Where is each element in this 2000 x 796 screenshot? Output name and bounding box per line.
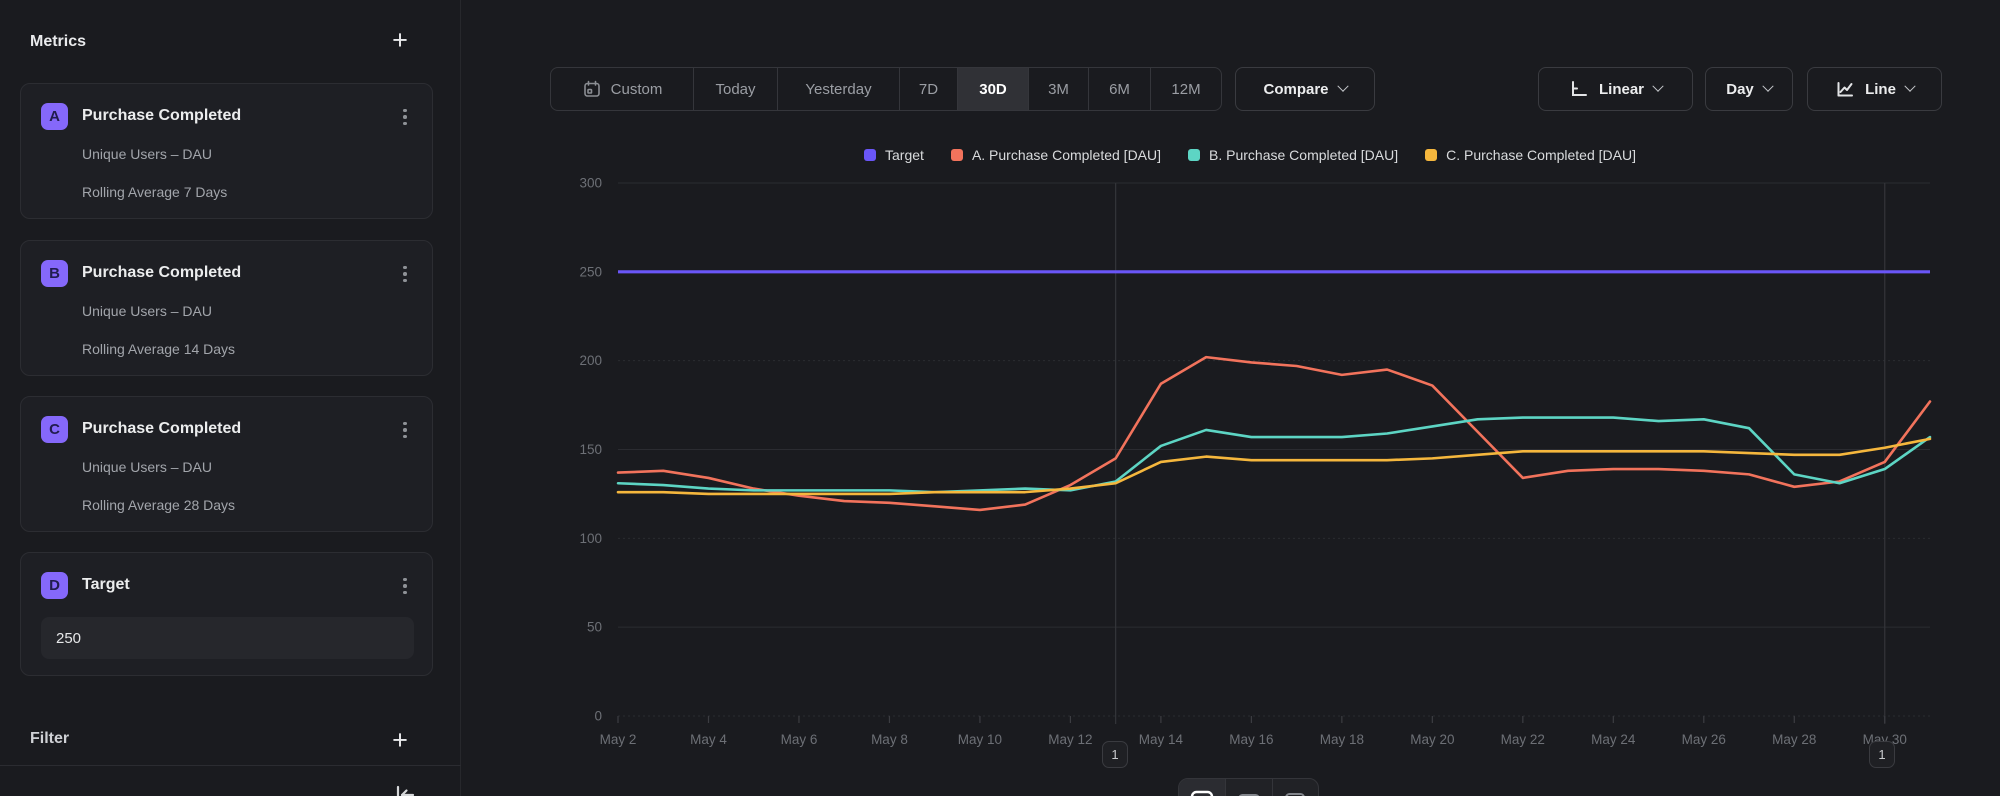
small-panel-icon (1282, 789, 1308, 796)
granularity-dropdown[interactable]: Day (1705, 67, 1793, 111)
calendar-icon (582, 79, 602, 99)
svg-text:May 24: May 24 (1591, 732, 1636, 747)
target-card[interactable]: D Target (20, 552, 433, 676)
line-chart-icon (1835, 79, 1855, 99)
range-12m[interactable]: 12M (1151, 68, 1221, 110)
range-6m[interactable]: 6M (1089, 68, 1151, 110)
chart-size-medium-button[interactable] (1225, 779, 1271, 796)
svg-text:May 26: May 26 (1682, 732, 1726, 747)
collapse-sidebar-button[interactable] (390, 781, 420, 796)
sidebar-divider (0, 765, 461, 766)
svg-text:May 2: May 2 (600, 732, 637, 747)
metric-card-c[interactable]: C Purchase Completed Unique Users – DAU … (20, 396, 433, 532)
range-30d[interactable]: 30D (958, 68, 1029, 110)
svg-text:May 20: May 20 (1410, 732, 1454, 747)
date-range-segmented-control: Custom Today Yesterday 7D 30D 3M 6M 12M (550, 67, 1222, 111)
metrics-section-title: Metrics (30, 33, 86, 51)
range-3m[interactable]: 3M (1029, 68, 1089, 110)
collapse-left-icon (392, 782, 418, 796)
chevron-down-icon (1337, 81, 1348, 92)
metric-measure: Unique Users – DAU (82, 459, 212, 475)
line-chart: 0 50 100 150 200 250 300 May 2 May 4 May 6 May 8 Ma… (540, 130, 1960, 780)
metric-title: Purchase Completed (82, 107, 241, 125)
medium-panel-icon (1236, 789, 1262, 796)
filter-section-title: Filter (30, 730, 69, 748)
range-today[interactable]: Today (694, 68, 778, 110)
metric-transform: Rolling Average 28 Days (82, 497, 235, 513)
scale-dropdown[interactable]: Linear (1538, 67, 1693, 111)
svg-text:May 16: May 16 (1229, 732, 1273, 747)
range-yesterday[interactable]: Yesterday (778, 68, 900, 110)
metric-letter-badge: C (41, 416, 68, 443)
range-label: Custom (611, 81, 663, 98)
metric-title: Purchase Completed (82, 420, 241, 438)
range-7d[interactable]: 7D (900, 68, 958, 110)
annotation-badge[interactable]: 1 (1102, 741, 1128, 768)
chart-type-dropdown[interactable]: Line (1807, 67, 1942, 111)
annotation-badge[interactable]: 1 (1869, 741, 1895, 768)
metric-transform: Rolling Average 14 Days (82, 341, 235, 357)
kebab-menu-icon[interactable] (394, 574, 416, 598)
range-custom[interactable]: Custom (551, 68, 694, 110)
chart-size-toggle-group (1178, 778, 1319, 796)
metric-card-a[interactable]: A Purchase Completed Unique Users – DAU … (20, 83, 433, 219)
svg-text:May 8: May 8 (871, 732, 908, 747)
chevron-down-icon (1904, 81, 1915, 92)
compare-dropdown[interactable]: Compare (1235, 67, 1375, 111)
svg-text:0: 0 (594, 709, 602, 724)
chevron-down-icon (1762, 81, 1773, 92)
target-title: Target (82, 576, 130, 594)
svg-text:May 22: May 22 (1501, 732, 1545, 747)
app-screen: Metrics + A Purchase Completed Unique Us… (0, 0, 2000, 796)
svg-text:250: 250 (579, 264, 602, 279)
svg-text:300: 300 (579, 176, 602, 191)
metric-letter-badge: B (41, 260, 68, 287)
metric-card-b[interactable]: B Purchase Completed Unique Users – DAU … (20, 240, 433, 376)
metric-measure: Unique Users – DAU (82, 303, 212, 319)
svg-text:May 6: May 6 (781, 732, 818, 747)
sidebar: Metrics + A Purchase Completed Unique Us… (0, 0, 461, 796)
kebab-menu-icon[interactable] (394, 418, 416, 442)
chart-size-large-button[interactable] (1179, 779, 1225, 796)
axis-scale-icon (1569, 79, 1589, 99)
svg-text:May 4: May 4 (690, 732, 727, 747)
metric-letter-badge: D (41, 572, 68, 599)
svg-text:200: 200 (579, 353, 602, 368)
svg-text:100: 100 (579, 531, 602, 546)
plus-icon: + (392, 725, 408, 755)
svg-text:May 18: May 18 (1320, 732, 1364, 747)
add-filter-button[interactable]: + (382, 724, 418, 756)
svg-text:May 10: May 10 (958, 732, 1002, 747)
chart-size-small-button[interactable] (1272, 779, 1318, 796)
target-value-input[interactable] (41, 617, 414, 659)
kebab-menu-icon[interactable] (394, 105, 416, 129)
svg-text:May 14: May 14 (1139, 732, 1184, 747)
svg-text:May 28: May 28 (1772, 732, 1816, 747)
kebab-menu-icon[interactable] (394, 262, 416, 286)
plus-icon: + (392, 25, 408, 55)
large-panel-icon (1189, 789, 1215, 796)
metric-transform: Rolling Average 7 Days (82, 184, 227, 200)
metric-measure: Unique Users – DAU (82, 146, 212, 162)
metric-letter-badge: A (41, 103, 68, 130)
chevron-down-icon (1652, 81, 1663, 92)
svg-text:50: 50 (587, 620, 602, 635)
metric-title: Purchase Completed (82, 264, 241, 282)
add-metric-button[interactable]: + (382, 24, 418, 56)
svg-text:May 12: May 12 (1048, 732, 1092, 747)
svg-text:150: 150 (579, 442, 602, 457)
